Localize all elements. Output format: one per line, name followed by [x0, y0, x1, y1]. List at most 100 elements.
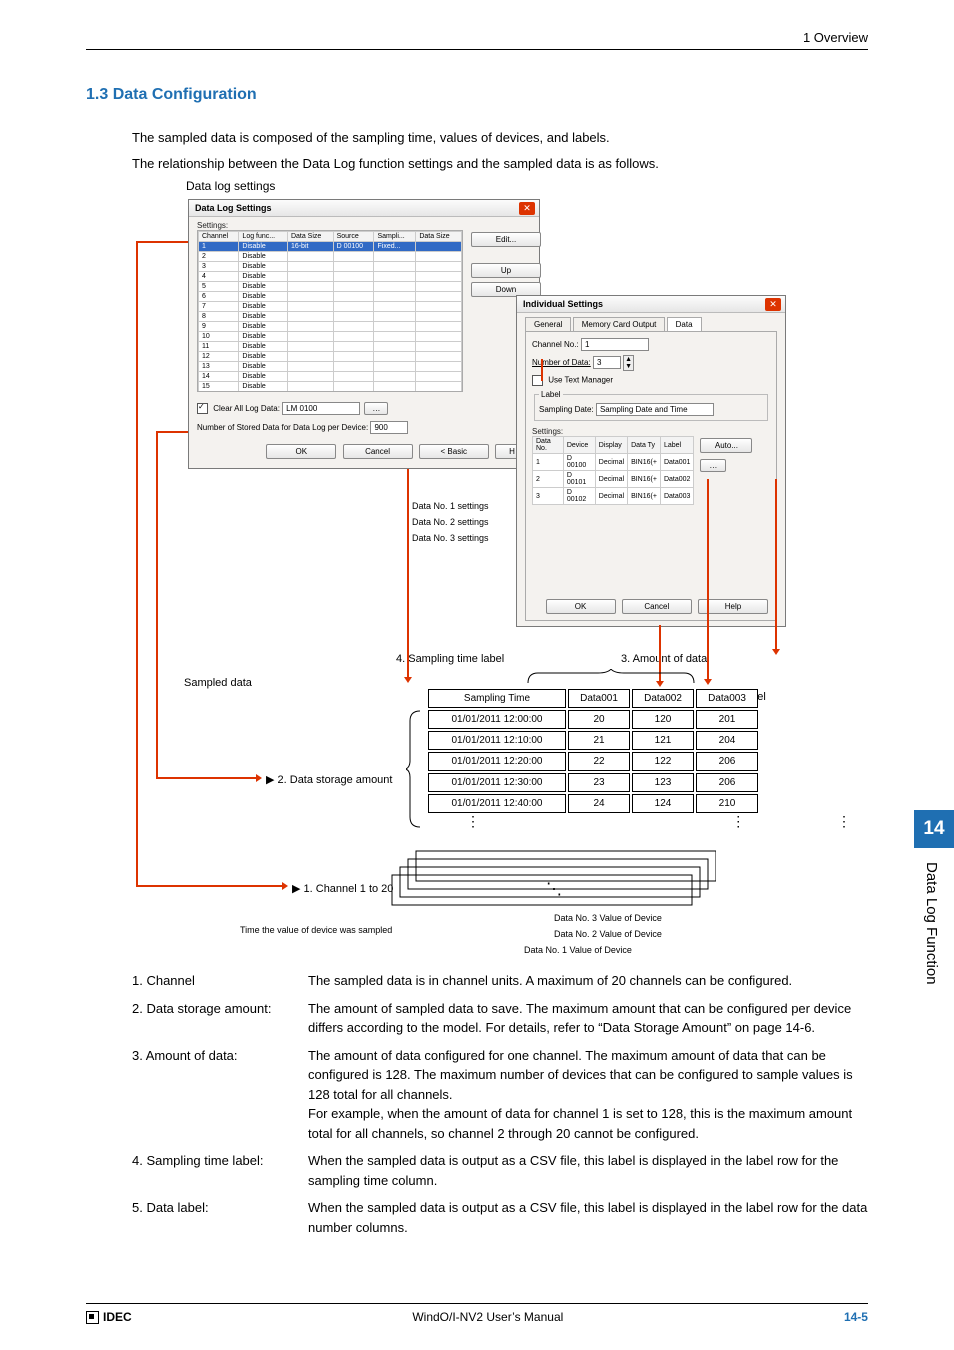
settings2-label: Settings:: [532, 427, 770, 436]
clear-all-value[interactable]: LM 0100: [282, 402, 360, 415]
table-row[interactable]: 12Disable: [199, 352, 462, 362]
table-row[interactable]: 15Disable: [199, 382, 462, 392]
channel-no-label: Channel No.:: [532, 340, 579, 349]
basic-button[interactable]: < Basic: [419, 444, 489, 459]
col-device: Device: [563, 437, 595, 454]
logo-icon: [86, 1311, 99, 1324]
sampled-data-table: Sampling Time Data001 Data002 Data003 01…: [426, 687, 760, 815]
cancel-button[interactable]: Cancel: [343, 444, 413, 459]
table-row[interactable]: 5Disable: [199, 282, 462, 292]
table-row[interactable]: 14Disable: [199, 372, 462, 382]
def-samplabel-term: 4. Sampling time label:: [132, 1151, 308, 1190]
use-text-manager-label: Use Text Manager: [548, 376, 613, 385]
device-picker-button[interactable]: …: [364, 402, 388, 415]
table-row[interactable]: 3Disable: [199, 262, 462, 272]
diagram-area: Data Log Settings ✕ Settings: Channel Lo…: [86, 199, 868, 959]
device-picker-button[interactable]: …: [700, 459, 726, 472]
brace-icon: [406, 709, 424, 829]
table-row: 01/01/2011 12:30:0023123206: [428, 773, 758, 792]
callout-time-sampled: Time the value of device was sampled: [240, 925, 392, 935]
table-row[interactable]: 1Disable16-bitD 00100Fixed...: [199, 242, 462, 252]
sampdate-label: Sampling Date:: [539, 405, 594, 414]
callout-val3: Data No. 3 Value of Device: [554, 913, 662, 923]
stacked-channels-icon: [386, 831, 716, 921]
red-arrow: [136, 885, 286, 887]
def-amount-term: 3. Amount of data:: [132, 1046, 308, 1144]
channel-grid[interactable]: Channel Log func... Data Size Source Sam…: [198, 231, 462, 392]
hdr-data003: Data003: [696, 689, 758, 708]
col-channel: Channel: [199, 232, 239, 242]
dialog1-title: Data Log Settings: [189, 200, 539, 217]
col-source: Source: [333, 232, 374, 242]
col-datano: Data No.: [533, 437, 564, 454]
def-datalabel-desc: When the sampled data is output as a CSV…: [308, 1198, 868, 1237]
red-arrow: [775, 479, 777, 653]
red-line: [136, 241, 188, 243]
callout-channel: ▶ 1. Channel 1 to 20: [292, 882, 393, 895]
table-row: 01/01/2011 12:10:0021121204: [428, 731, 758, 750]
table-row[interactable]: 9Disable: [199, 322, 462, 332]
red-arrow: [659, 625, 661, 685]
edit-button[interactable]: Edit...: [471, 232, 541, 247]
table-row: 01/01/2011 12:40:0024124210: [428, 794, 758, 813]
table-row[interactable]: 7Disable: [199, 302, 462, 312]
table-row[interactable]: 3D 00102DecimalBIN16(+Data003: [533, 488, 694, 505]
table-row[interactable]: 13Disable: [199, 362, 462, 372]
callout-amount-of-data: 3. Amount of data: [621, 653, 707, 665]
sampdate-value[interactable]: Sampling Date and Time: [596, 403, 714, 416]
page-footer: IDEC WindO/I-NV2 User’s Manual 14-5: [86, 1303, 868, 1324]
ok-button[interactable]: OK: [546, 599, 616, 614]
red-line: [156, 431, 158, 777]
ndata-value[interactable]: 3: [593, 356, 621, 369]
dialog-data-log-settings: Data Log Settings ✕ Settings: Channel Lo…: [188, 199, 540, 469]
table-row[interactable]: 4Disable: [199, 272, 462, 282]
table-row[interactable]: 6Disable: [199, 292, 462, 302]
def-channel-desc: The sampled data is in channel units. A …: [308, 971, 868, 991]
intro-p2: The relationship between the Data Log fu…: [132, 154, 868, 174]
callout-datano1: Data No. 1 settings: [412, 501, 489, 511]
manual-title: WindO/I-NV2 User’s Manual: [412, 1310, 563, 1324]
tab-data[interactable]: Data: [667, 317, 702, 331]
callout-storage: ▶ 2. Data storage amount: [266, 773, 392, 786]
col-datasize: Data Size: [287, 232, 333, 242]
fig-caption: Data log settings: [186, 179, 868, 193]
def-datalabel-term: 5. Data label:: [132, 1198, 308, 1237]
ok-button[interactable]: OK: [266, 444, 336, 459]
table-row: 01/01/2011 12:00:0020120201: [428, 710, 758, 729]
spinner-icon[interactable]: ▲▼: [623, 355, 634, 371]
auto-button[interactable]: Auto...: [700, 438, 752, 453]
callout-val1: Data No. 1 Value of Device: [524, 945, 632, 955]
up-button[interactable]: Up: [471, 263, 541, 278]
clear-all-checkbox[interactable]: [197, 403, 208, 414]
col-display: Display: [595, 437, 627, 454]
table-row[interactable]: 2Disable: [199, 252, 462, 262]
data-grid[interactable]: Data No. Device Display Data Ty Label 1D…: [532, 436, 694, 505]
table-row[interactable]: 11Disable: [199, 342, 462, 352]
def-channel-term: 1. Channel: [132, 971, 308, 991]
dialog-individual-settings: Individual Settings ✕ General Memory Car…: [516, 295, 786, 627]
red-line: [136, 241, 138, 885]
def-amount-desc-a: The amount of data configured for one ch…: [308, 1046, 868, 1105]
tab-memorycard[interactable]: Memory Card Output: [573, 317, 666, 331]
ellipsis-dots: ⋮ ⋮ ⋮ ⋮: [426, 819, 954, 824]
hdr-data001: Data001: [568, 689, 630, 708]
table-row[interactable]: 2D 00101DecimalBIN16(+Data002: [533, 471, 694, 488]
table-row[interactable]: 1D 00100DecimalBIN16(+Data001: [533, 454, 694, 471]
stored-label: Number of Stored Data for Data Log per D…: [197, 423, 368, 432]
table-row[interactable]: 16Disable: [199, 392, 462, 393]
cancel-button[interactable]: Cancel: [622, 599, 692, 614]
clear-all-label: Clear All Log Data:: [213, 404, 280, 413]
red-line: [156, 431, 188, 433]
tab-general[interactable]: General: [525, 317, 571, 331]
chapter-number: 14: [914, 810, 954, 848]
callout-val2: Data No. 2 Value of Device: [554, 929, 662, 939]
def-storage-desc: The amount of sampled data to save. The …: [308, 999, 868, 1038]
table-row[interactable]: 8Disable: [199, 312, 462, 322]
close-icon[interactable]: ✕: [519, 202, 535, 215]
callout-datano3: Data No. 3 settings: [412, 533, 489, 543]
col-datatype: Data Ty: [628, 437, 661, 454]
table-row[interactable]: 10Disable: [199, 332, 462, 342]
close-icon[interactable]: ✕: [765, 298, 781, 311]
red-arrow: [407, 469, 409, 681]
stored-value[interactable]: 900: [370, 421, 408, 434]
